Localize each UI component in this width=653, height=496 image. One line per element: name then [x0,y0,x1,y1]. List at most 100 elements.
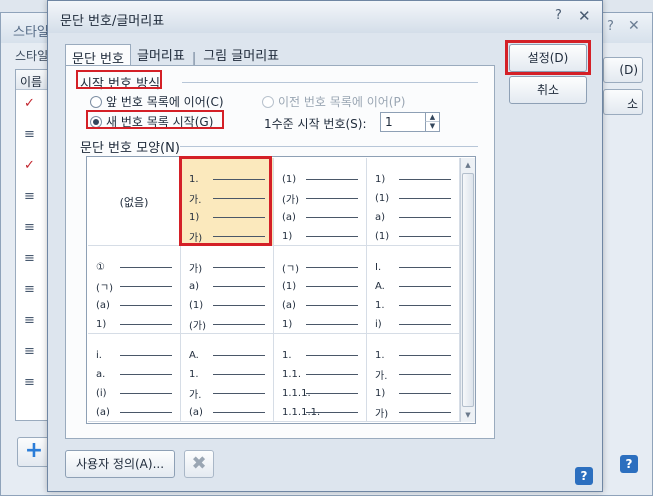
scroll-up-icon[interactable]: ▲ [461,158,475,172]
text-placeholder-line [306,179,358,180]
number-shape-line: ① [96,258,172,277]
text-placeholder-line [306,393,358,394]
text-placeholder-line [306,217,358,218]
add-style-button[interactable]: + [17,437,51,467]
text-placeholder-line [399,305,451,306]
number-shape-line: a) [375,208,451,227]
number-shape-line: (a) [96,296,172,315]
text-placeholder-line [213,286,265,287]
number-shape-line: (1) [282,277,358,296]
number-shape-line: (1) [375,189,451,208]
number-marker: a. [96,369,106,380]
text-placeholder-line [213,374,265,375]
number-shape-option[interactable]: ① (ㄱ) (a) 1) [88,246,181,334]
tab-panel: 시작 번호 방식 앞 번호 목록에 이어(C) 새 번호 목록 시작(G) 이전… [65,65,495,439]
number-shape-line: 가) [375,403,451,422]
number-shape-line: 가) [189,258,265,277]
text-placeholder-line [120,267,172,268]
text-placeholder-line [399,267,451,268]
number-shape-line: (a) [282,208,358,227]
number-marker: 1.1.1. [282,388,311,399]
scroll-down-icon[interactable]: ▼ [461,408,475,422]
background-help-icon[interactable]: ? [607,19,614,34]
number-shape-line: (a) [282,296,358,315]
number-shape-line: 1.1. [282,365,358,384]
custom-define-button[interactable]: 사용자 정의(A)... [65,450,175,478]
number-shape-line: (1) [375,227,451,246]
number-shape-option[interactable]: I. A. 1. i) [367,246,460,334]
gallery-scrollbar[interactable]: ▲ ▼ [460,158,475,422]
background-button-cancel[interactable]: 소 [603,89,643,115]
number-shape-line: 1) [282,315,358,334]
text-placeholder-line [120,393,172,394]
number-marker: 1. [375,300,385,311]
number-shape-line: 1.1.1.1. [282,403,358,422]
number-shape-option[interactable]: (없음) [88,158,181,246]
number-marker: a) [189,281,200,292]
background-style-label: 스타일 [15,49,49,63]
number-shape-line: 1) [375,170,451,189]
number-shape-line: A. [189,346,265,365]
text-placeholder-line [399,286,451,287]
number-marker: 1) [282,319,293,330]
number-marker: 가. [375,371,388,382]
number-shape-line: 1) [96,315,172,334]
radio-continue-previous[interactable]: 앞 번호 목록에 이어(C) [90,93,224,110]
number-marker: (1) [189,300,204,311]
text-placeholder-line [306,267,358,268]
number-shape-line: (ㄱ) [282,258,358,277]
number-marker: 1) [96,319,107,330]
level-start-stepper[interactable]: 1 ▲ ▼ [380,112,440,132]
highlight-box [76,70,162,89]
number-marker: a) [375,212,386,223]
number-shape-line: 1) [282,227,358,246]
tab-picture-bullet[interactable]: 그림 글머리표 [197,43,285,66]
scroll-thumb[interactable] [462,173,474,407]
number-marker: (a) [96,407,110,418]
text-placeholder-line [399,393,451,394]
background-help-button[interactable]: ? [620,455,638,473]
text-placeholder-line [213,305,265,306]
number-marker: (1) [282,281,297,292]
number-shape-line: (가) [189,315,265,334]
number-shape-option[interactable]: (ㄱ) (1) (a) 1) [274,246,367,334]
number-shape-line: i. [96,346,172,365]
number-marker: (a) [282,212,296,223]
number-shape-option[interactable]: i. a. (i) (a) [88,334,181,422]
spin-down-icon[interactable]: ▼ [425,122,439,131]
number-shape-option[interactable]: 가) a) (1) (가) [181,246,274,334]
level-start-value[interactable]: 1 [385,115,393,129]
text-placeholder-line [306,286,358,287]
text-placeholder-line [120,305,172,306]
help-icon[interactable]: ? [555,8,562,23]
number-shape-option[interactable]: 1. 가. 1) 가) [367,334,460,422]
tab-paragraph-number[interactable]: 문단 번호 [65,44,131,67]
number-marker: (ㄱ) [282,264,300,275]
text-placeholder-line [399,179,451,180]
background-button-d[interactable]: (D) [603,57,643,83]
number-marker: (ㄱ) [96,283,114,294]
number-shape-line: 1. [375,296,451,315]
number-shape-line: (가) [282,189,358,208]
delete-icon[interactable]: ✖ [184,450,214,478]
spin-up-icon[interactable]: ▲ [425,113,439,122]
text-placeholder-line [306,236,358,237]
number-marker: 1. [189,369,199,380]
tab-bullet[interactable]: 글머리표 [131,43,191,66]
number-shape-option[interactable]: A. 1. 가. (a) [181,334,274,422]
number-shape-line: A. [375,277,451,296]
help-button[interactable]: ? [575,467,593,485]
number-marker: (a) [189,407,203,418]
text-placeholder-line [306,198,358,199]
dialog-titlebar: 문단 번호/글머리표 ? ✕ [48,1,602,33]
number-shape-option[interactable]: 1) (1) a) (1) [367,158,460,246]
close-icon[interactable]: ✕ [578,7,591,25]
background-close-icon[interactable]: ✕ [628,18,640,34]
section-divider [182,82,478,83]
number-shape-option[interactable]: (1) (가) (a) 1) [274,158,367,246]
cancel-button[interactable]: 취소 [509,76,587,104]
level-start-label: 1수준 시작 번호(S): [264,117,367,131]
number-shape-option[interactable]: 1. 1.1. 1.1.1. 1.1.1.1. [274,334,367,422]
number-shape-grid: (없음) 1. 가. 1) 가) (1) (가) (a) 1) 1) (1) a) (1) ① (ㄱ) (a)… [88,158,460,422]
text-placeholder-line [306,355,358,356]
